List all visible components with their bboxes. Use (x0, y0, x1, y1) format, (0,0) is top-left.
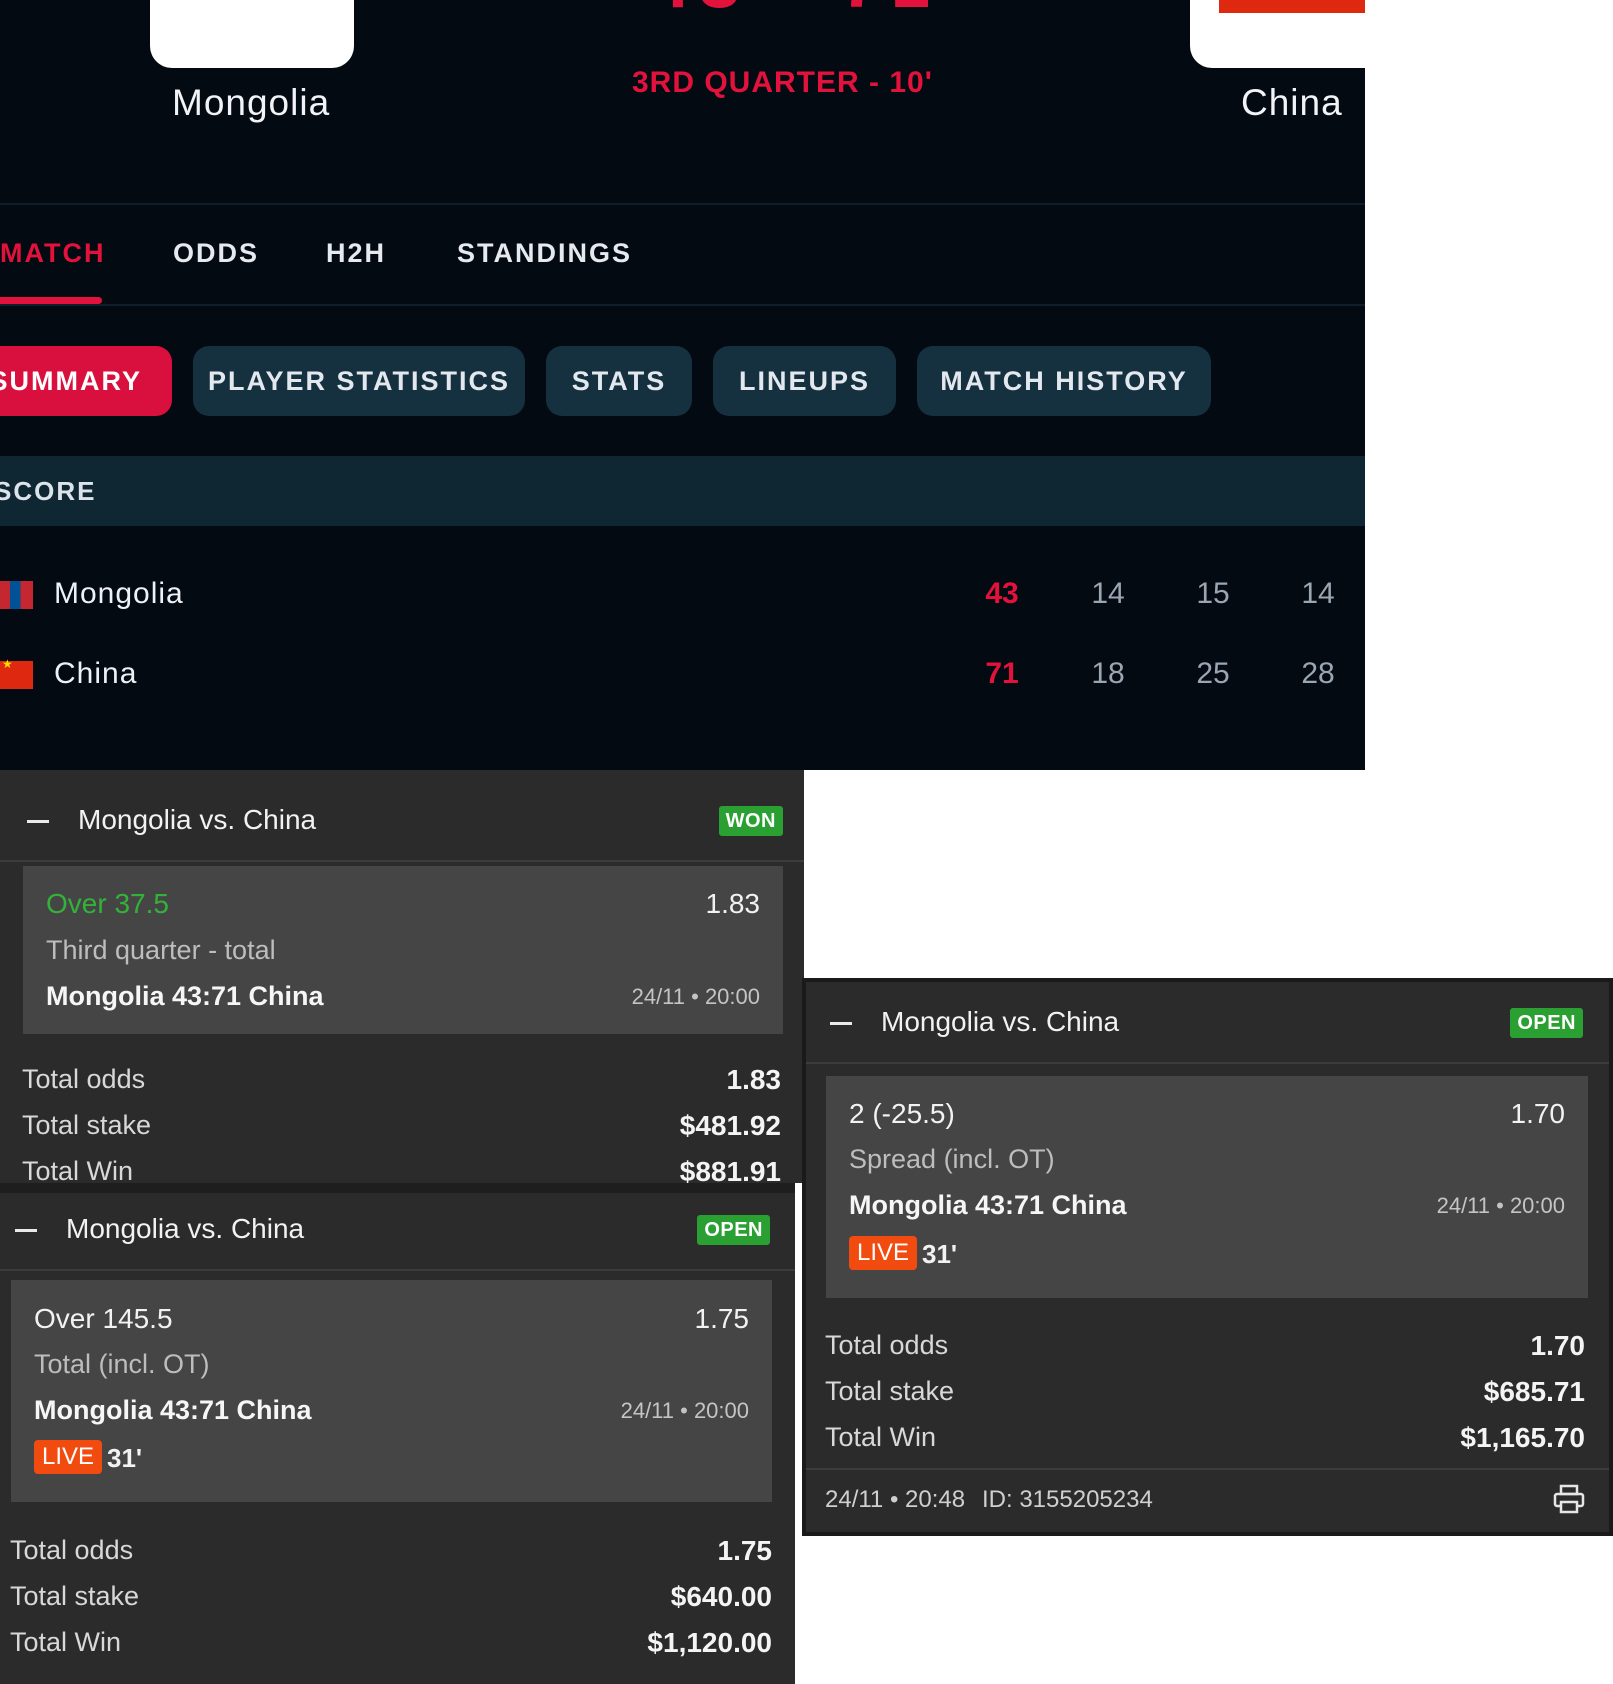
bet-card-title: Mongolia vs. China (881, 1006, 1120, 1037)
away-team-name: China (1241, 82, 1343, 123)
selection-date: 24/11 • 20:00 (620, 1398, 749, 1423)
subtab-match-history[interactable]: MATCH HISTORY (917, 346, 1211, 416)
selection-market: Total (incl. OT) (34, 1349, 210, 1379)
score-row-home: Mongolia 43 14 15 14 (0, 565, 1365, 625)
score-section-title: SCORE (0, 476, 97, 506)
collapse-icon[interactable] (830, 1022, 852, 1025)
selection-match: Mongolia 43:71 China (46, 981, 324, 1011)
match-status: 3RD QUARTER - 10' (632, 66, 933, 99)
live-badge: LIVE (34, 1440, 103, 1474)
score-row-team: China (54, 657, 138, 690)
selection-date: 24/11 • 20:00 (1436, 1193, 1565, 1218)
score-quarter: 14 (1091, 577, 1125, 610)
active-tab-indicator (0, 297, 102, 304)
home-team-crest (150, 0, 354, 68)
total-stake-label: Total stake (10, 1581, 140, 1611)
mongolia-flag-icon (0, 581, 33, 609)
score-row-team: Mongolia (54, 577, 184, 610)
match-panel: 43 - 71 Mongolia China 3RD QUARTER - 10'… (0, 0, 1365, 770)
subtab-lineups[interactable]: LINEUPS (713, 346, 896, 416)
divider (0, 304, 1365, 306)
print-icon[interactable] (1553, 1484, 1585, 1514)
divider (806, 1468, 1609, 1470)
bet-card-header: Mongolia vs. China OPEN (806, 986, 1609, 1064)
subtab-player-statistics[interactable]: PLAYER STATISTICS (193, 346, 525, 416)
bet-card-title: Mongolia vs. China (78, 804, 317, 835)
score-total: 43 (985, 577, 1019, 610)
bet-id: ID: 3155205234 (982, 1486, 1153, 1513)
total-odds-label: Total odds (10, 1535, 134, 1565)
bet-placed-time: 24/11 • 20:48 (825, 1486, 966, 1513)
live-badge: LIVE (849, 1236, 918, 1270)
bet-card-open: Mongolia vs. China OPEN 2 (-25.5) 1.70 S… (802, 978, 1613, 1536)
tab-match[interactable]: MATCH (0, 238, 105, 269)
bet-card-title: Mongolia vs. China (66, 1213, 305, 1244)
score-section-header: SCORE (0, 456, 1365, 526)
total-win-label: Total Win (10, 1627, 122, 1657)
selection-odds: 1.75 (694, 1303, 750, 1334)
score-quarter: 15 (1196, 577, 1230, 610)
bet-selection: 2 (-25.5) 1.70 Spread (incl. OT) Mongoli… (826, 1076, 1588, 1298)
score-total: 71 (985, 657, 1019, 690)
total-stake-value: $481.92 (679, 1110, 781, 1141)
live-score-cropped: 43 - 71 (648, 0, 928, 14)
score-quarter: 14 (1301, 577, 1335, 610)
tab-odds[interactable]: ODDS (173, 238, 259, 269)
away-team-crest-flag (1219, 0, 1365, 13)
total-stake-value: $685.71 (1483, 1376, 1585, 1407)
score-quarter: 25 (1196, 657, 1230, 690)
selection-match: Mongolia 43:71 China (34, 1395, 312, 1425)
total-win-value: $881.91 (679, 1156, 781, 1183)
total-win-value: $1,120.00 (647, 1627, 772, 1658)
bet-card-header: Mongolia vs. China OPEN (0, 1193, 795, 1271)
china-flag-icon (0, 657, 33, 689)
tab-h2h[interactable]: H2H (326, 238, 386, 269)
total-odds-value: 1.70 (1530, 1330, 1586, 1361)
selection-market: Third quarter - total (46, 935, 276, 965)
selection-market: Spread (incl. OT) (849, 1144, 1055, 1174)
score-row-away: China 71 18 25 28 (0, 645, 1365, 705)
bet-card-header: Mongolia vs. China WON (0, 784, 804, 862)
selection-name: Over 37.5 (46, 888, 169, 919)
selection-name: 2 (-25.5) (849, 1098, 955, 1129)
total-win-label: Total Win (825, 1422, 937, 1452)
selection-name: Over 145.5 (34, 1303, 173, 1334)
bet-selection: Over 145.5 1.75 Total (incl. OT) Mongoli… (11, 1280, 772, 1502)
total-stake-label: Total stake (825, 1376, 955, 1406)
selection-odds: 1.83 (705, 888, 761, 919)
tab-standings[interactable]: STANDINGS (457, 238, 632, 269)
selection-match: Mongolia 43:71 China (849, 1190, 1127, 1220)
total-odds-label: Total odds (825, 1330, 949, 1360)
status-badge: OPEN (697, 1215, 770, 1245)
selection-date: 24/11 • 20:00 (631, 984, 760, 1009)
total-stake-value: $640.00 (670, 1581, 772, 1612)
total-win-value: $1,165.70 (1460, 1422, 1585, 1453)
score-quarter: 28 (1301, 657, 1335, 690)
live-minute: 31' (107, 1443, 143, 1473)
divider (0, 203, 1365, 205)
subtab-stats[interactable]: STATS (546, 346, 692, 416)
bet-card-open: Mongolia vs. China OPEN Over 145.5 1.75 … (0, 1183, 795, 1684)
total-odds-value: 1.75 (717, 1535, 773, 1566)
score-quarter: 18 (1091, 657, 1125, 690)
live-minute: 31' (922, 1239, 958, 1269)
total-odds-value: 1.83 (726, 1064, 782, 1095)
collapse-icon[interactable] (15, 1229, 37, 1232)
home-team-name: Mongolia (172, 82, 331, 123)
selection-odds: 1.70 (1510, 1098, 1566, 1129)
bet-selection: Over 37.5 1.83 Third quarter - total Mon… (23, 866, 783, 1034)
total-stake-label: Total stake (22, 1110, 152, 1140)
subtab-summary[interactable]: SUMMARY (0, 346, 172, 416)
collapse-icon[interactable] (27, 820, 49, 823)
status-badge: OPEN (1510, 1008, 1583, 1038)
total-odds-label: Total odds (22, 1064, 146, 1094)
bet-card-won: Mongolia vs. China WON Over 37.5 1.83 Th… (0, 770, 804, 1183)
subtab-summary-label: SUMMARY (0, 365, 142, 396)
status-badge: WON (718, 806, 783, 836)
total-win-label: Total Win (22, 1156, 134, 1183)
